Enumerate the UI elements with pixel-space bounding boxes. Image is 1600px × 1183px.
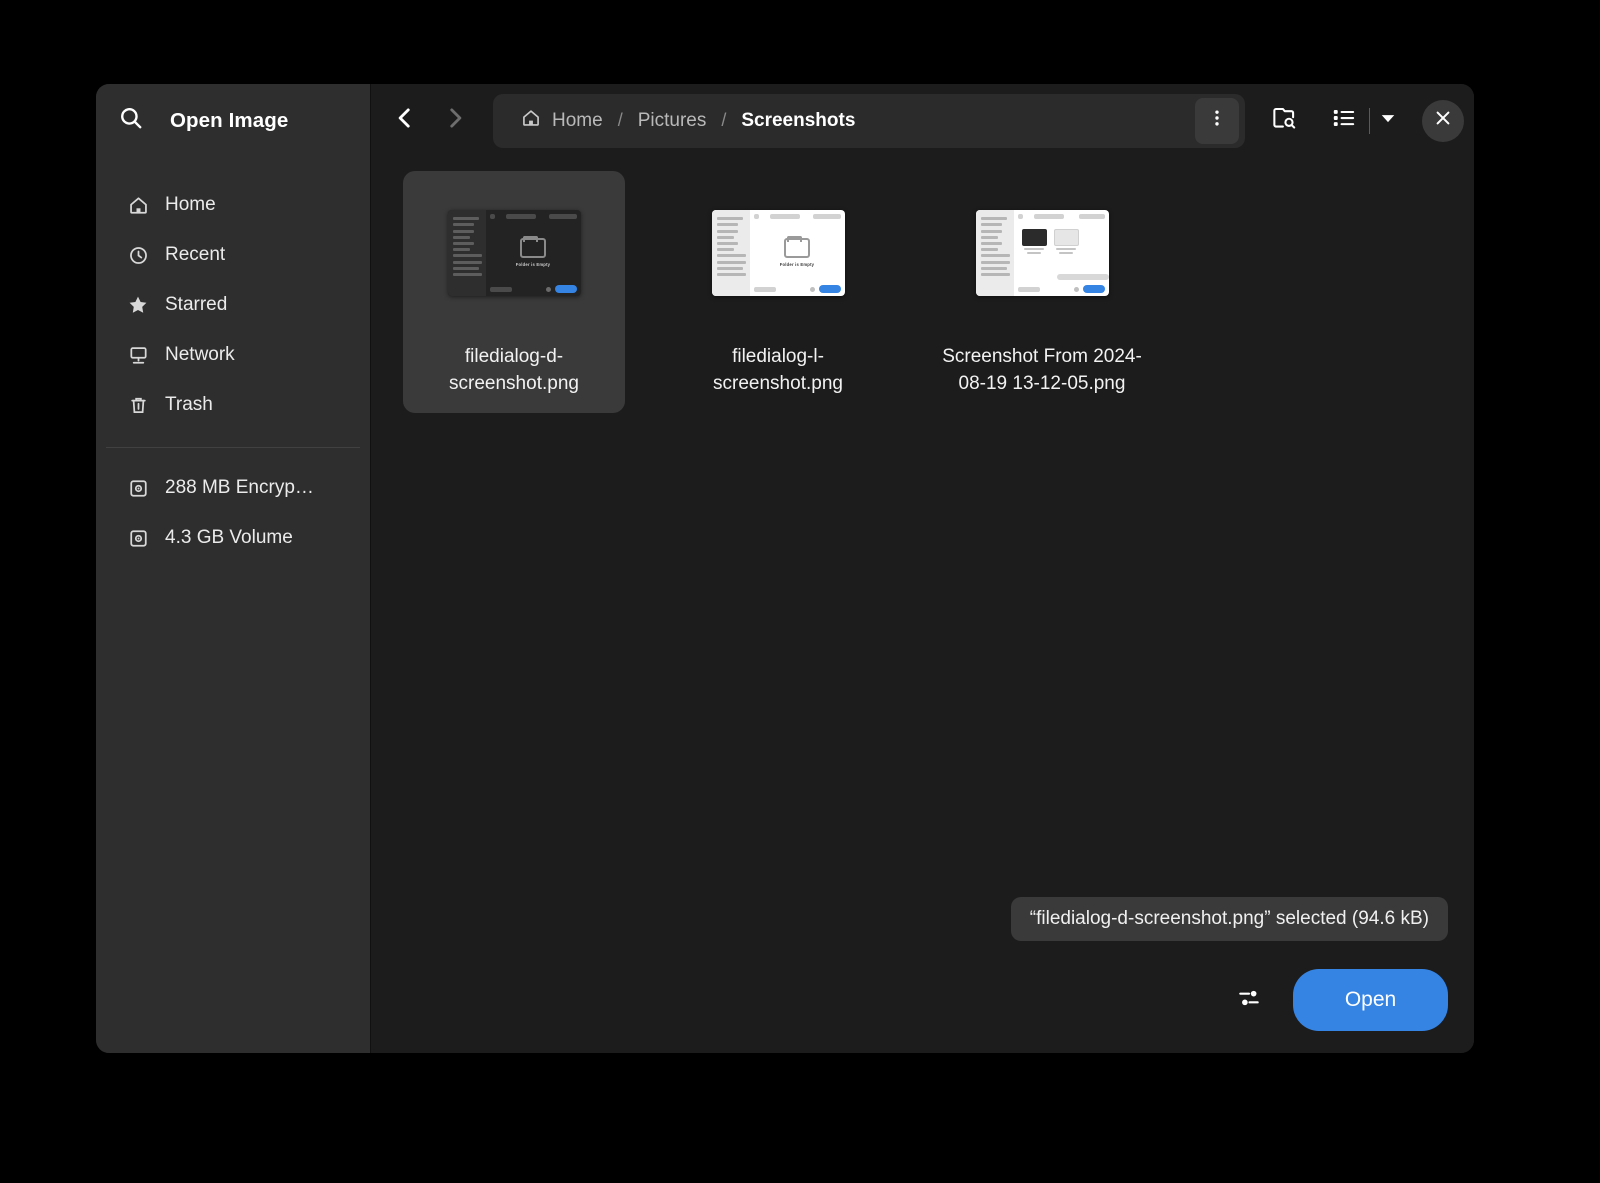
list-view-button[interactable] (1321, 98, 1367, 144)
thumbnail-file-tile (1053, 229, 1079, 254)
sidebar-divider (106, 447, 360, 448)
sidebar-places-list: Home Recent Starred Network Trash 288 MB… (96, 157, 370, 564)
sidebar-item-recent[interactable]: Recent (108, 231, 358, 279)
file-item[interactable]: Folder is Empty filedialog-l-screenshot.… (667, 171, 889, 413)
file-filter-button[interactable] (1227, 978, 1271, 1022)
path-menu-button[interactable] (1195, 97, 1239, 144)
file-item[interactable]: Folder is Empty filedialog-d-screenshot.… (403, 171, 625, 413)
sidebar-item-starred[interactable]: Starred (108, 281, 358, 329)
sidebar-item-label: Home (165, 194, 216, 215)
file-grid: Folder is Empty filedialog-d-screenshot.… (371, 157, 1474, 897)
home-icon (521, 108, 541, 134)
sidebar-item-network[interactable]: Network (108, 331, 358, 379)
chevron-right-icon (442, 105, 468, 136)
open-button[interactable]: Open (1293, 969, 1448, 1031)
sidebar-item-trash[interactable]: Trash (108, 381, 358, 429)
thumbnail-caption: Folder is Empty (515, 261, 551, 267)
list-view-icon (1331, 105, 1357, 136)
action-row: Open (397, 969, 1448, 1031)
footer: “filedialog-d-screenshot.png” selected (… (371, 897, 1474, 1053)
thumbnail-light-files-dialog (975, 210, 1109, 296)
sidebar-header: Open Image (96, 84, 370, 157)
file-thumbnail: Folder is Empty (413, 185, 615, 321)
kebab-menu-icon (1206, 107, 1228, 134)
thumbnail-dark-dialog: Folder is Empty (447, 210, 581, 296)
chevron-down-icon (1378, 108, 1398, 133)
thumbnail-sidebar (711, 210, 750, 296)
thumbnail-body: Folder is Empty (750, 210, 845, 296)
file-thumbnail: Folder is Empty (677, 185, 879, 321)
network-icon (127, 344, 149, 366)
thumbnail-status-pill (1056, 274, 1109, 280)
clock-icon (127, 244, 149, 266)
drive-icon (127, 527, 149, 549)
breadcrumb-item-home[interactable]: Home (511, 104, 613, 138)
sidebar-item-label: Recent (165, 244, 226, 265)
breadcrumb-label: Pictures (637, 109, 707, 131)
sidebar-item-label: Trash (165, 394, 213, 415)
breadcrumb-separator: / (721, 110, 727, 130)
sidebar-item-volume-288mb[interactable]: 288 MB Encryp… (108, 464, 358, 512)
sidebar-item-home[interactable]: Home (108, 181, 358, 229)
file-name-label: filedialog-d-screenshot.png (449, 346, 579, 394)
breadcrumb-separator: / (617, 110, 623, 130)
file-chooser-dialog: Open Image Home Recent Starred Network T… (96, 84, 1474, 1053)
breadcrumb-item-pictures[interactable]: Pictures (628, 106, 717, 136)
breadcrumb: Home / Pictures / Screenshots (493, 93, 1245, 148)
thumbnail-body: Folder is Empty (486, 210, 581, 296)
breadcrumb-label: Screenshots (741, 109, 856, 131)
close-icon (1433, 108, 1453, 133)
breadcrumb-label: Home (552, 109, 603, 131)
sidebar-item-label: Network (165, 344, 235, 365)
search-folder-button[interactable] (1261, 98, 1307, 144)
search-button[interactable] (114, 104, 148, 138)
dialog-title: Open Image (170, 108, 289, 132)
breadcrumb-item-screenshots[interactable]: Screenshots (731, 106, 865, 136)
thumbnail-light-dialog: Folder is Empty (711, 210, 845, 296)
sidebar-item-label: 288 MB Encryp… (165, 477, 314, 498)
close-button[interactable] (1422, 99, 1464, 142)
file-thumbnail (941, 185, 1143, 321)
file-item[interactable]: Screenshot From 2024-08-19 13-12-05.png (931, 171, 1153, 413)
sidebar-item-label: 4.3 GB Volume (165, 527, 293, 548)
chevron-left-icon (392, 105, 418, 136)
star-icon (127, 294, 149, 316)
home-icon (127, 194, 149, 216)
thumbnail-sidebar (975, 210, 1014, 296)
thumbnail-body (1014, 210, 1109, 296)
header-bar: Home / Pictures / Screenshots (371, 84, 1474, 157)
forward-button[interactable] (433, 99, 477, 143)
main-pane: Home / Pictures / Screenshots Folder is … (371, 84, 1474, 1053)
thumbnail-file-tile (1021, 229, 1047, 254)
view-mode-split-button (1321, 98, 1404, 144)
sidebar-item-label: Starred (165, 294, 228, 315)
status-row: “filedialog-d-screenshot.png” selected (… (397, 897, 1448, 941)
thumbnail-caption: Folder is Empty (779, 261, 815, 267)
trash-icon (127, 394, 149, 416)
filter-settings-icon (1236, 985, 1262, 1016)
drive-icon (127, 477, 149, 499)
selection-status: “filedialog-d-screenshot.png” selected (… (1010, 897, 1448, 941)
sidebar-item-volume-43gb[interactable]: 4.3 GB Volume (108, 514, 358, 562)
sidebar: Open Image Home Recent Starred Network T… (96, 84, 371, 1053)
back-button[interactable] (383, 99, 427, 143)
thumbnail-sidebar (447, 210, 486, 296)
view-options-dropdown[interactable] (1372, 98, 1404, 144)
file-name-label: Screenshot From 2024-08-19 13-12-05.png (942, 346, 1142, 394)
split-divider (1369, 107, 1370, 134)
file-name-label: filedialog-l-screenshot.png (713, 346, 843, 394)
folder-search-icon (1271, 105, 1297, 136)
search-icon (118, 105, 144, 136)
